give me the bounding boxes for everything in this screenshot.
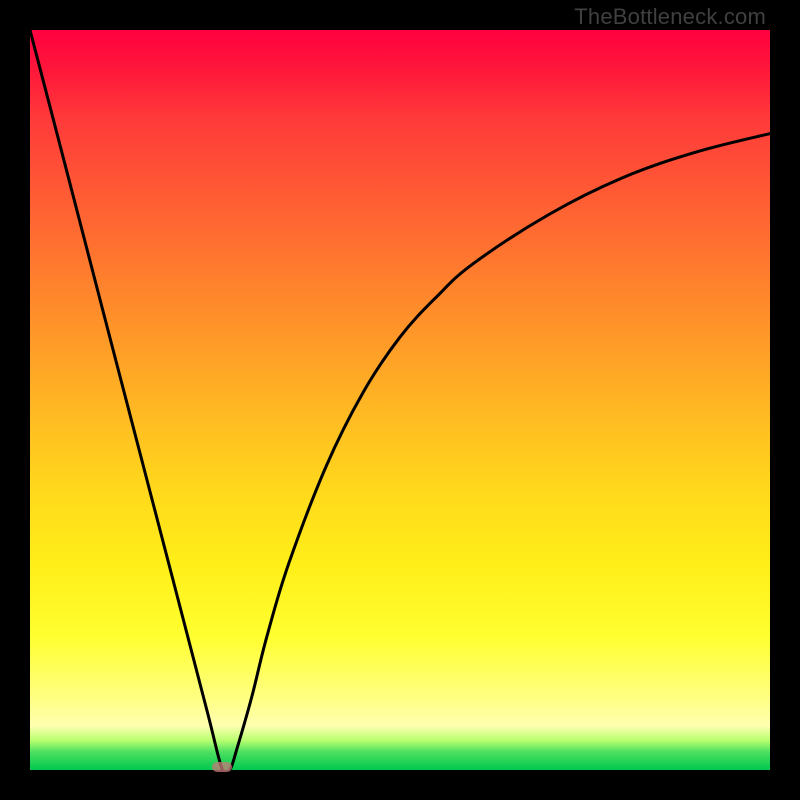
chart-frame: TheBottleneck.com — [0, 0, 800, 800]
plot-area — [30, 30, 770, 770]
minimum-marker — [212, 762, 232, 772]
curve-svg — [30, 30, 770, 770]
bottleneck-curve — [30, 30, 770, 770]
watermark-text: TheBottleneck.com — [574, 4, 766, 30]
